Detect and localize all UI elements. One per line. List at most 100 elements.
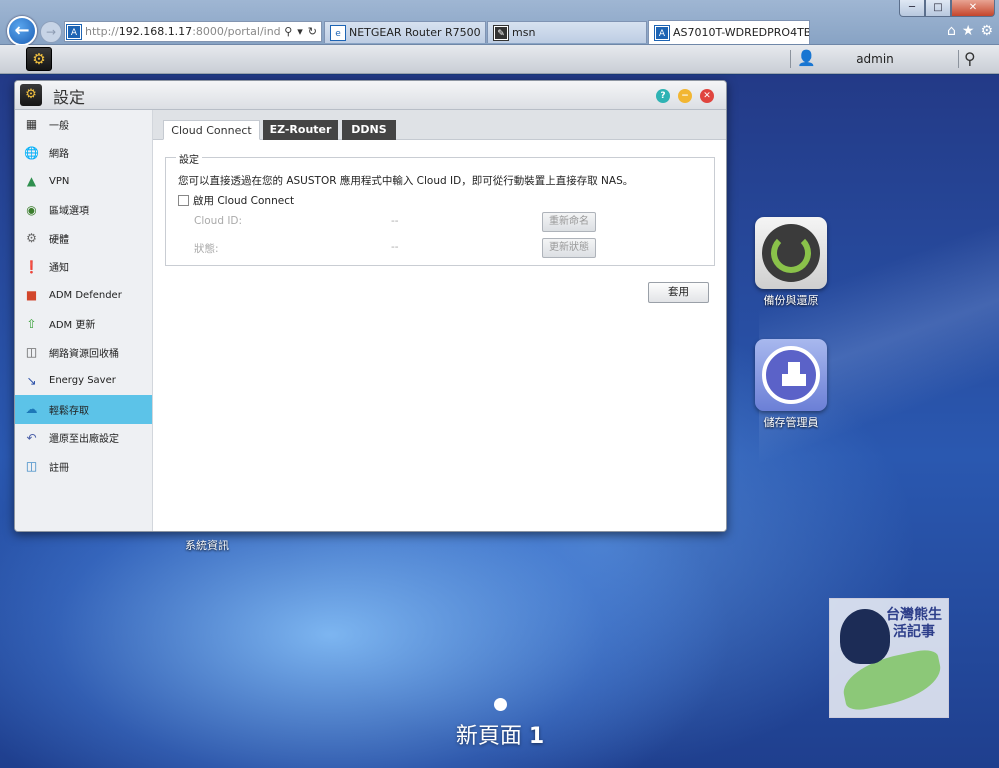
username[interactable]: admin bbox=[830, 52, 920, 66]
hardware-icon: ⚙ bbox=[26, 231, 37, 246]
cloud-id-label: Cloud ID: bbox=[194, 215, 243, 227]
page-indicator-dot[interactable] bbox=[494, 698, 507, 711]
enable-cloud-connect-label[interactable]: 啟用 Cloud Connect bbox=[193, 193, 294, 208]
url-rest: :8000/portal/index.cgi bbox=[192, 25, 281, 38]
minus-icon: − bbox=[681, 91, 689, 101]
sidebar-item-register[interactable]: ◫ 註冊 bbox=[15, 452, 152, 481]
browser-back-button[interactable]: ← bbox=[7, 16, 37, 46]
sidebar-item-label: Energy Saver bbox=[49, 375, 116, 387]
page-label-text: 新頁面 bbox=[455, 724, 522, 749]
update-icon: ⇧ bbox=[26, 316, 37, 331]
page-label: 新頁面 1 bbox=[420, 718, 580, 750]
address-url[interactable]: http://192.168.1.17:8000/portal/index.cg… bbox=[85, 25, 280, 38]
tab-cloud-connect[interactable]: Cloud Connect bbox=[163, 120, 260, 140]
browser-tab-asustor[interactable]: A AS7010T-WDREDPRO4TB ✕ bbox=[648, 20, 810, 44]
sidebar-item-label: ADM Defender bbox=[49, 289, 122, 301]
sidebar-item-cloud-access[interactable]: ☁ 輕鬆存取 bbox=[15, 395, 152, 424]
browser-forward-button[interactable]: → bbox=[40, 21, 62, 43]
sidebar-item-recycle-bin[interactable]: ◫ 網路資源回收桶 bbox=[15, 338, 152, 367]
close-button[interactable]: ✕ bbox=[700, 89, 714, 103]
msn-favicon: ✎ bbox=[493, 24, 509, 41]
tab-label: NETGEAR Router R7500 bbox=[349, 26, 481, 39]
window-maximize-button[interactable]: □ bbox=[925, 0, 951, 17]
desktop-app-backup-restore[interactable]: 備份與還原 bbox=[741, 217, 841, 308]
window-titlebar[interactable]: ⚙ 設定 ? − ✕ bbox=[15, 81, 726, 110]
fieldset-legend: 設定 bbox=[176, 151, 202, 166]
sidebar-item-label: 註冊 bbox=[49, 462, 69, 474]
browser-toolbar-right: ⌂ ★ ⚙ bbox=[947, 23, 993, 39]
tab-ddns[interactable]: DDNS bbox=[342, 120, 396, 140]
url-host: 192.168.1.17 bbox=[118, 25, 193, 38]
settings-gear-icon: ⚙ bbox=[20, 84, 42, 106]
sidebar-item-globe[interactable]: 🌐 網路 bbox=[15, 139, 152, 168]
region-icon: ◉ bbox=[26, 202, 37, 217]
search-icon[interactable]: ⚲ bbox=[964, 49, 976, 68]
apply-button[interactable]: 套用 bbox=[648, 282, 709, 303]
recycle-bin-icon: ◫ bbox=[25, 345, 38, 360]
app-label: 儲存管理員 bbox=[763, 416, 819, 429]
gear-icon[interactable]: ⚙ bbox=[980, 23, 993, 39]
settings-window: ⚙ 設定 ? − ✕ ▦ 一般 🌐 網路 ▲ VPN ◉ 區域選項 ⚙ 硬體 ❗ 通知 ■ ADM Def… bbox=[14, 80, 727, 532]
gear-icon: ⚙ bbox=[32, 50, 46, 68]
globe-icon: 🌐 bbox=[24, 145, 39, 160]
window-minimize-button[interactable]: ─ bbox=[899, 0, 925, 17]
sidebar-item-region[interactable]: ◉ 區域選項 bbox=[15, 196, 152, 225]
refresh-icon[interactable]: ↻ bbox=[308, 25, 317, 38]
desktop-app-storage-manager[interactable]: 儲存管理員 bbox=[741, 339, 841, 430]
cloud-connect-description: 您可以直接透過在您的 ASUSTOR 應用程式中輸入 Cloud ID，即可從行… bbox=[178, 175, 634, 187]
cloud-id-value: -- bbox=[391, 215, 399, 227]
desktop-app-system-info-label[interactable]: 系統資訊 bbox=[185, 537, 229, 553]
page-number: 1 bbox=[528, 724, 545, 749]
question-icon: ? bbox=[660, 91, 666, 101]
sidebar-item-label: 硬體 bbox=[49, 234, 69, 246]
sidebar-item-energy[interactable]: ↘ Energy Saver bbox=[15, 367, 152, 396]
help-button[interactable]: ? bbox=[656, 89, 670, 103]
tab-ez-router[interactable]: EZ-Router bbox=[263, 120, 338, 140]
sidebar-item-label: 一般 bbox=[49, 120, 69, 132]
enable-cloud-connect-checkbox[interactable] bbox=[178, 195, 189, 206]
arrow-right-icon: → bbox=[45, 25, 57, 39]
bear-mascot-icon bbox=[840, 609, 890, 664]
url-prefix: http:// bbox=[85, 25, 119, 38]
general-icon: ▦ bbox=[25, 117, 38, 132]
sidebar-item-label: 區域選項 bbox=[49, 206, 89, 218]
sidebar-item-label: 輕鬆存取 bbox=[49, 405, 89, 417]
browser-tab-msn[interactable]: ✎ msn bbox=[487, 21, 647, 43]
address-bar[interactable]: A http://192.168.1.17:8000/portal/index.… bbox=[64, 21, 322, 42]
sidebar-item-reset[interactable]: ↶ 還原至出廠設定 bbox=[15, 424, 152, 453]
register-icon: ◫ bbox=[25, 459, 38, 474]
reset-icon: ↶ bbox=[26, 430, 37, 445]
notification-icon: ❗ bbox=[24, 259, 39, 274]
star-icon[interactable]: ★ bbox=[962, 23, 975, 39]
tab-label: AS7010T-WDREDPRO4TB bbox=[673, 26, 810, 39]
sidebar-item-label: 還原至出廠設定 bbox=[49, 434, 119, 446]
chevron-down-icon[interactable]: ▾ bbox=[297, 25, 303, 38]
home-icon[interactable]: ⌂ bbox=[947, 23, 956, 39]
divider bbox=[958, 50, 959, 68]
user-icon[interactable]: 👤 bbox=[797, 49, 816, 69]
app-label: 備份與還原 bbox=[763, 294, 819, 307]
sidebar-item-general[interactable]: ▦ 一般 bbox=[15, 110, 152, 139]
adm-settings-taskbar-button[interactable]: ⚙ bbox=[26, 47, 52, 71]
search-icon[interactable]: ⚲ bbox=[284, 25, 292, 38]
sidebar-item-firewall[interactable]: ■ ADM Defender bbox=[15, 281, 152, 310]
enable-cloud-connect-row[interactable]: 啟用 Cloud Connect bbox=[178, 193, 294, 208]
sidebar-item-update[interactable]: ⇧ ADM 更新 bbox=[15, 310, 152, 339]
tab-strip: Cloud Connect EZ-Router DDNS bbox=[153, 110, 726, 140]
settings-content: Cloud Connect EZ-Router DDNS 設定 您可以直接透過在… bbox=[153, 110, 726, 531]
sidebar-item-vpn[interactable]: ▲ VPN bbox=[15, 167, 152, 196]
adm-taskbar: ⚙ 👤 admin ⚲ bbox=[0, 45, 999, 74]
minimize-button[interactable]: − bbox=[678, 89, 692, 103]
sidebar-item-label: VPN bbox=[49, 175, 70, 187]
watermark-logo: 台灣熊生活記事 bbox=[829, 598, 949, 718]
refresh-status-button[interactable]: 更新狀態 bbox=[542, 238, 596, 258]
arrow-left-icon: ← bbox=[14, 20, 30, 41]
storage-manager-icon bbox=[755, 339, 827, 411]
sidebar-item-hardware[interactable]: ⚙ 硬體 bbox=[15, 224, 152, 253]
window-close-button[interactable]: ✕ bbox=[951, 0, 995, 17]
address-actions: ⚲ ▾ ↻ bbox=[280, 25, 321, 38]
browser-tab-netgear[interactable]: e NETGEAR Router R7500 bbox=[324, 21, 486, 43]
watermark-text: 台灣熊生活記事 bbox=[886, 607, 942, 640]
sidebar-item-notification[interactable]: ❗ 通知 bbox=[15, 253, 152, 282]
rename-button[interactable]: 重新命名 bbox=[542, 212, 596, 232]
